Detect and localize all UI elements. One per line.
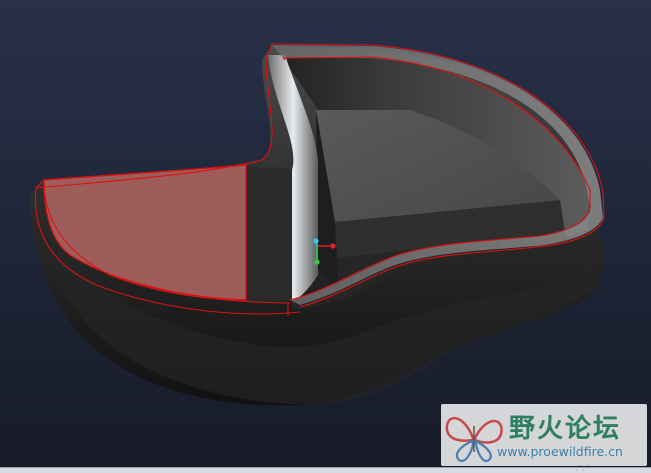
watermark-url: www.proewildfire.cn xyxy=(497,444,623,459)
z-axis-dot xyxy=(313,238,319,244)
y-axis-dot xyxy=(314,259,320,265)
watermark-title: 野火论坛 xyxy=(509,414,622,444)
status-strip xyxy=(0,467,651,473)
x-axis-dot xyxy=(330,243,336,249)
resize-grip-icon[interactable]: ⋰⋰ xyxy=(575,465,589,472)
watermark: 野火论坛 www.proewildfire.cn xyxy=(441,404,647,466)
3d-viewport[interactable] xyxy=(0,0,651,472)
inner-floor-left xyxy=(246,165,292,304)
